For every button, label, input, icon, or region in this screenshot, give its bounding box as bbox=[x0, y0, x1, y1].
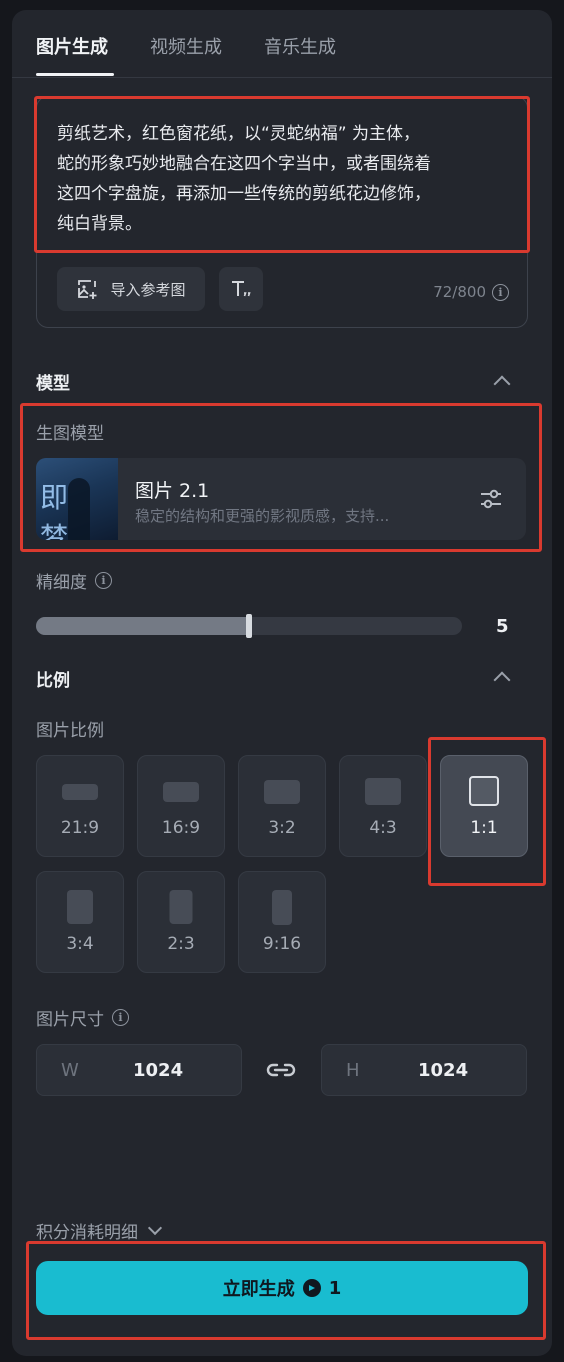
credit-coin-icon bbox=[302, 1279, 321, 1297]
text-quote-icon bbox=[229, 278, 253, 300]
tab-image-generation[interactable]: 图片生成 bbox=[36, 33, 108, 59]
generation-panel: 图片生成 视频生成 音乐生成 剪纸艺术，红色窗花纸，以“灵蛇纳福” 为主体， 蛇… bbox=[12, 10, 552, 1356]
credits-detail-toggle[interactable]: 积分消耗明细 bbox=[36, 1218, 163, 1243]
ratio-shape-2-3 bbox=[169, 890, 193, 924]
prompt-box: 剪纸艺术，红色窗花纸，以“灵蛇纳福” 为主体， 蛇的形象巧妙地融合在这四个字当中… bbox=[36, 96, 528, 328]
ratio-label: 1:1 bbox=[470, 818, 498, 838]
info-icon[interactable]: i bbox=[95, 572, 112, 589]
ratio-option-21-9[interactable]: 21:9 bbox=[36, 755, 124, 857]
ratio-shape-16-9 bbox=[163, 782, 199, 802]
precision-value: 5 bbox=[496, 616, 509, 637]
settings-sliders-icon[interactable] bbox=[478, 486, 504, 512]
ratio-label: 2:3 bbox=[167, 934, 195, 954]
height-prefix: H bbox=[346, 1060, 360, 1081]
credits-label: 积分消耗明细 bbox=[36, 1223, 138, 1243]
model-section-title: 模型 bbox=[36, 374, 70, 394]
ratio-label: 16:9 bbox=[161, 818, 201, 838]
ratio-label: 4:3 bbox=[369, 818, 397, 838]
model-sub-label: 生图模型 bbox=[36, 424, 104, 444]
link-icon[interactable] bbox=[265, 1058, 297, 1082]
ratio-label: 3:4 bbox=[66, 934, 94, 954]
ratio-option-4-3[interactable]: 4:3 bbox=[339, 755, 427, 857]
import-reference-label: 导入参考图 bbox=[110, 280, 186, 299]
slider-fill bbox=[36, 617, 249, 635]
ratio-shape-9-16 bbox=[272, 890, 292, 925]
model-selector[interactable]: 即 梦 图片 2.1 稳定的结构和更强的影视质感，支持... bbox=[36, 458, 526, 540]
ratio-section-title: 比例 bbox=[36, 671, 70, 691]
prompt-input[interactable]: 剪纸艺术，红色窗花纸，以“灵蛇纳福” 为主体， 蛇的形象巧妙地融合在这四个字当中… bbox=[57, 119, 507, 239]
import-reference-button[interactable]: 导入参考图 bbox=[57, 267, 205, 311]
ratio-shape-1-1 bbox=[469, 776, 499, 806]
ratio-option-16-9[interactable]: 16:9 bbox=[137, 755, 225, 857]
ratio-shape-21-9 bbox=[62, 784, 98, 800]
size-label-row: 图片尺寸 i bbox=[36, 1005, 129, 1030]
model-name: 图片 2.1 bbox=[135, 480, 210, 502]
collapse-ratio-chevron-up-icon[interactable] bbox=[493, 671, 511, 689]
generate-label: 立即生成 bbox=[222, 1279, 295, 1300]
ratio-label: 9:16 bbox=[262, 934, 302, 954]
image-add-icon bbox=[76, 278, 98, 300]
tab-video-generation[interactable]: 视频生成 bbox=[150, 33, 222, 59]
info-icon[interactable]: i bbox=[112, 1009, 129, 1026]
precision-label-row: 精细度 i bbox=[36, 568, 112, 593]
text-style-button[interactable] bbox=[219, 267, 263, 311]
active-tab-indicator bbox=[36, 73, 114, 76]
ratio-option-2-3[interactable]: 2:3 bbox=[137, 871, 225, 973]
generate-button[interactable]: 立即生成 1 bbox=[36, 1261, 528, 1315]
ratio-shape-3-2 bbox=[264, 780, 300, 804]
collapse-model-chevron-up-icon[interactable] bbox=[493, 375, 511, 393]
generate-cost: 1 bbox=[328, 1277, 342, 1299]
width-prefix: W bbox=[61, 1060, 79, 1081]
slider-handle[interactable] bbox=[246, 614, 252, 638]
width-field[interactable]: W 1024 bbox=[36, 1044, 242, 1096]
chevron-down-icon bbox=[147, 1220, 163, 1236]
precision-label: 精细度 bbox=[36, 573, 87, 593]
tab-music-generation[interactable]: 音乐生成 bbox=[264, 33, 336, 59]
size-label: 图片尺寸 bbox=[36, 1010, 104, 1030]
model-thumbnail: 即 梦 bbox=[36, 458, 118, 540]
character-count: 72/800 bbox=[433, 283, 486, 301]
ratio-label: 21:9 bbox=[60, 818, 100, 838]
height-value: 1024 bbox=[418, 1060, 469, 1081]
ratio-option-3-4[interactable]: 3:4 bbox=[36, 871, 124, 973]
thumb-text: 即 梦 bbox=[40, 481, 75, 540]
ratio-sub-label: 图片比例 bbox=[36, 721, 104, 741]
ratio-label: 3:2 bbox=[268, 818, 296, 838]
precision-slider[interactable] bbox=[36, 614, 462, 638]
ratio-option-3-2[interactable]: 3:2 bbox=[238, 755, 326, 857]
ratio-option-1-1[interactable]: 1:1 bbox=[440, 755, 528, 857]
tab-bar: 图片生成 视频生成 音乐生成 bbox=[12, 10, 552, 78]
ratio-shape-3-4 bbox=[67, 890, 93, 924]
width-value: 1024 bbox=[133, 1060, 184, 1081]
info-icon[interactable]: i bbox=[492, 283, 509, 301]
model-description: 稳定的结构和更强的影视质感，支持... bbox=[135, 507, 390, 525]
ratio-option-9-16[interactable]: 9:16 bbox=[238, 871, 326, 973]
ratio-shape-4-3 bbox=[365, 778, 401, 805]
character-counter: 72/800 i bbox=[433, 283, 509, 301]
height-field[interactable]: H 1024 bbox=[321, 1044, 527, 1096]
